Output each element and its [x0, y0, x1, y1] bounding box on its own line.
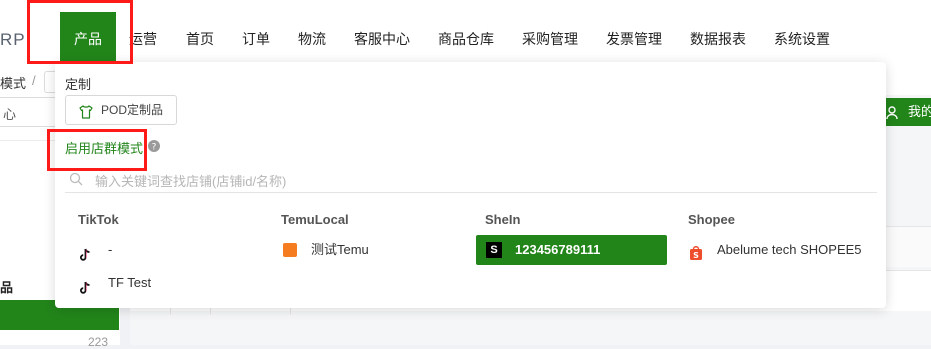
- tiktok-icon: [78, 276, 92, 306]
- svg-text:S: S: [693, 251, 699, 260]
- store-search-input[interactable]: 输入关键词查找店铺(店铺id/名称): [65, 166, 877, 193]
- tshirt-icon: [78, 102, 94, 130]
- nav-tab-invoices[interactable]: 发票管理: [606, 12, 662, 67]
- shopee-bag-icon: S: [689, 242, 703, 272]
- nav-tab-operations[interactable]: 运营: [129, 12, 157, 67]
- question-circle-icon[interactable]: ?: [148, 140, 160, 155]
- user-group-icon: [886, 98, 902, 126]
- store-item-temu[interactable]: 测试Temu: [281, 235, 471, 265]
- column-title-tiktok: TikTok: [78, 212, 119, 227]
- shein-icon: S: [486, 242, 502, 258]
- products-dropdown-menu: 定制 POD定制品 启用店群模式 ? 输入关键词查找店铺(店铺id/名称) Ti…: [55, 62, 886, 308]
- highlight-box-group-mode: [47, 129, 147, 171]
- nav-tab-logistics[interactable]: 物流: [298, 12, 326, 67]
- left-label-fragment: 品: [0, 280, 14, 295]
- breadcrumb-fragment: 模式: [0, 76, 27, 91]
- app-logo: RP: [0, 30, 26, 49]
- nav-tab-reports[interactable]: 数据报表: [690, 12, 746, 67]
- nav-tab-settings[interactable]: 系统设置: [774, 12, 830, 67]
- store-item-tiktok[interactable]: TF Test: [78, 268, 258, 298]
- highlight-box-products-tab: [27, 0, 133, 64]
- nav-tab-orders[interactable]: 订单: [242, 12, 270, 67]
- pod-custom-product-button[interactable]: POD定制品: [65, 95, 177, 125]
- svg-text:?: ?: [152, 143, 157, 153]
- left-number: 223: [88, 335, 109, 349]
- nav-tab-home[interactable]: 首页: [186, 12, 214, 67]
- store-item-shein-selected[interactable]: S 123456789111: [476, 235, 667, 265]
- column-title-temulocal: TemuLocal: [281, 212, 349, 227]
- nav-tab-purchasing[interactable]: 采购管理: [522, 12, 578, 67]
- breadcrumb-separator: /: [32, 73, 36, 88]
- nav-tab-customer-service[interactable]: 客服中心: [354, 12, 410, 67]
- custom-section-title: 定制: [65, 77, 92, 92]
- store-item-shopee[interactable]: S Abelume tech SHOPEE5: [689, 235, 879, 265]
- search-icon: [69, 172, 83, 189]
- nav-tab-warehouse[interactable]: 商品仓库: [438, 12, 494, 67]
- store-item-tiktok[interactable]: -: [78, 235, 258, 265]
- column-title-shopee: Shopee: [688, 212, 735, 227]
- temu-icon: [283, 243, 297, 257]
- column-title-shein: SheIn: [485, 212, 521, 227]
- left-filter-input[interactable]: 心: [0, 97, 62, 127]
